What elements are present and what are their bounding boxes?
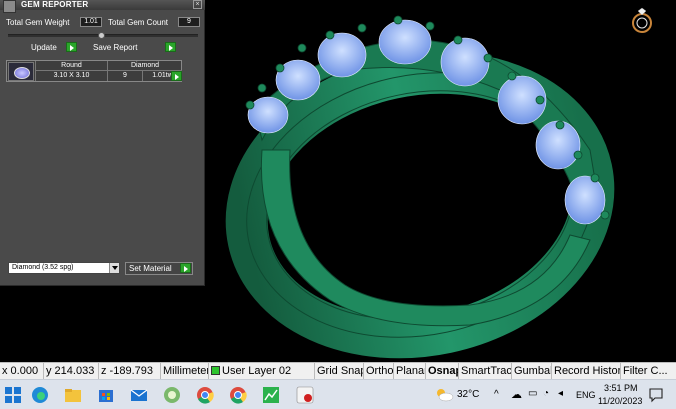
mail-icon[interactable]: [130, 386, 148, 404]
chevron-down-icon[interactable]: [109, 263, 119, 273]
round-gem-icon: [8, 62, 34, 81]
notification-icon[interactable]: [648, 386, 664, 404]
plugin-logo-icon: [3, 0, 16, 13]
gem-table: Round Diamond 3.10 X 3.10 9 1.01tw: [6, 60, 182, 82]
update-go-icon[interactable]: [66, 42, 77, 52]
cloud-icon[interactable]: ☁: [511, 388, 522, 401]
total-weight-label: Total Gem Weight: [6, 18, 70, 27]
volume-icon[interactable]: ◂: [558, 388, 563, 399]
total-count-label: Total Gem Count: [108, 18, 169, 27]
panel-title: GEM REPORTER: [21, 0, 89, 9]
panel-title-bar[interactable]: GEM REPORTER ×: [0, 0, 205, 13]
current-layer[interactable]: User Layer 02: [209, 363, 315, 380]
smarttrack-toggle[interactable]: SmartTrack: [459, 363, 512, 380]
weather-temp[interactable]: 32°C: [457, 389, 479, 400]
layer-name: User Layer 02: [222, 365, 292, 377]
slider-knob[interactable]: [98, 32, 105, 39]
app-green-icon[interactable]: [163, 386, 181, 404]
material-select-value: Diamond (3.52 spg): [12, 264, 74, 271]
layer-color-swatch: [211, 366, 220, 375]
coord-x: x 0.000: [0, 363, 44, 380]
windows-start-icon[interactable]: [4, 386, 22, 404]
chrome-icon[interactable]: [196, 386, 214, 404]
weather-icon[interactable]: [434, 386, 454, 404]
file-explorer-icon[interactable]: [64, 386, 82, 404]
save-report-go-icon[interactable]: [165, 42, 176, 52]
gem-material: Diamond: [107, 61, 182, 71]
coord-z: z -189.793: [99, 363, 161, 380]
record-history-toggle[interactable]: Record History: [552, 363, 621, 380]
gem-count: 9: [107, 71, 142, 81]
units[interactable]: Millimeters: [161, 363, 209, 380]
material-select[interactable]: Diamond (3.52 spg): [8, 262, 120, 274]
store-icon[interactable]: [97, 386, 115, 404]
gem-size: 3.10 X 3.10: [35, 71, 107, 81]
total-weight-value: 1.01: [80, 17, 102, 27]
ring-logo-icon: [632, 7, 652, 33]
language-indicator[interactable]: ENG: [576, 390, 596, 400]
save-report-button[interactable]: Save Report: [93, 42, 137, 53]
close-icon[interactable]: ×: [193, 0, 202, 9]
tray-chevron-up-icon[interactable]: ^: [494, 389, 499, 400]
edge-browser-icon[interactable]: [31, 386, 49, 404]
wifi-icon[interactable]: ◔: [543, 388, 549, 399]
filter-toggle[interactable]: Filter C...: [621, 363, 676, 380]
clock-time[interactable]: 3:51 PM: [604, 383, 638, 393]
gem-shape: Round: [35, 61, 107, 71]
app-chart-icon[interactable]: [262, 386, 280, 404]
osnap-toggle[interactable]: Osnap: [426, 363, 459, 380]
chrome-profile-icon[interactable]: [229, 386, 247, 404]
clock-date[interactable]: 11/20/2023: [598, 396, 642, 406]
gem-reporter-panel: GEM REPORTER × Total Gem Weight 1.01 Tot…: [0, 0, 205, 286]
ortho-toggle[interactable]: Ortho: [364, 363, 394, 380]
update-button[interactable]: Update: [31, 42, 57, 53]
total-count-value: 9: [178, 17, 200, 27]
rhino-app-icon[interactable]: [296, 386, 314, 404]
row-go-icon[interactable]: [171, 71, 182, 81]
grid-snap-toggle[interactable]: Grid Snap: [315, 363, 364, 380]
status-bar: x 0.000 y 214.033 z -189.793 Millimeters…: [0, 362, 676, 380]
network-icon[interactable]: ▭: [528, 388, 537, 399]
taskbar: 32°C ^ ☁ ▭ ◔ ◂ ENG 3:51 PM 11/20/2023: [0, 379, 676, 409]
planar-toggle[interactable]: Planar: [394, 363, 426, 380]
set-material-label: Set Material: [129, 264, 172, 273]
set-material-go-icon[interactable]: [180, 263, 191, 273]
coord-y: y 214.033: [44, 363, 99, 380]
screen: GEM REPORTER × Total Gem Weight 1.01 Tot…: [0, 0, 676, 409]
gumball-toggle[interactable]: Gumball: [512, 363, 552, 380]
